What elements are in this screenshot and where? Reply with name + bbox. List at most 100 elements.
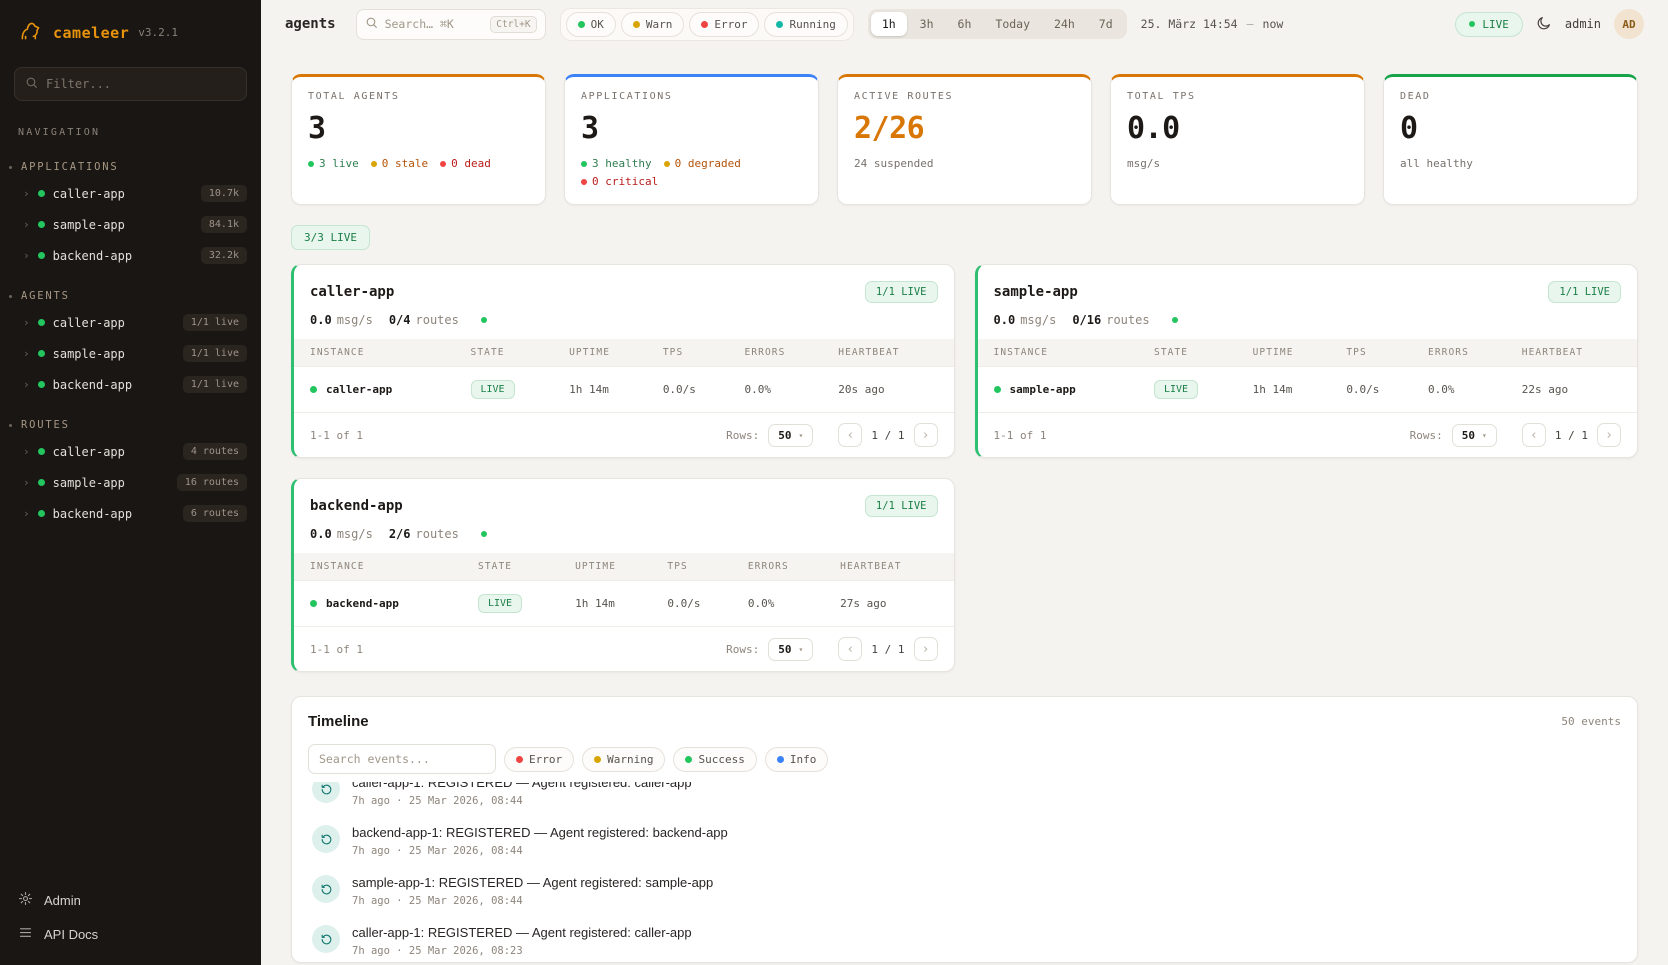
table-row[interactable]: sample-app LIVE 1h 14m 0.0/s 0.0% 22s ag… [978,367,1638,413]
sidebar-item-api-docs[interactable]: API Docs [18,925,243,943]
sidebar-item-admin[interactable]: Admin [18,891,243,909]
chip-label: Error [714,18,747,31]
sidebar-item-applications-caller-app[interactable]: › caller-app 10.7k [0,178,261,209]
prev-page-button[interactable]: ‹ [838,637,862,661]
sidebar-footer: Admin API Docs [0,877,261,965]
item-count-badge: 1/1 live [183,314,247,331]
stat-card-total-tps: TOTAL TPS 0.0 msg/s [1110,74,1365,205]
time-range-7d[interactable]: 7d [1088,12,1124,36]
timeline-search-input[interactable] [308,744,496,774]
status-dot-icon [38,381,45,388]
event-time: 7h ago · 25 Mar 2026, 08:44 [352,895,713,907]
app-stats: 0.0 msg/s 0/4 routes [294,313,954,339]
sidebar: cameleer v3.2.1 NAVIGATION APPLICATIONS … [0,0,261,965]
sidebar-item-label: Admin [44,893,81,908]
time-range-6h[interactable]: 6h [947,12,983,36]
errors-cell: 0.0% [738,581,830,627]
app-card-header: caller-app 1/1 LIVE [294,265,954,313]
timeline-filter-success[interactable]: Success [673,747,756,772]
timeline-event[interactable]: caller-app-1: REGISTERED — Agent registe… [308,916,1621,962]
filter-chip-running[interactable]: Running [764,12,847,37]
filter-chip-warn[interactable]: Warn [621,12,685,37]
nav-section-header-agents[interactable]: AGENTS [0,285,261,307]
nav-section-header-routes[interactable]: ROUTES [0,414,261,436]
instance-name: sample-app [1010,383,1076,396]
timeline-filter-info[interactable]: Info [765,747,829,772]
time-range-today[interactable]: Today [984,12,1041,36]
rows-label: Rows: [726,643,759,656]
sidebar-filter[interactable] [14,67,247,101]
filter-chip-error[interactable]: Error [689,12,759,37]
rows-per-page: Rows: 50▾ ‹ 1 / 1 › [726,637,937,661]
nav-section-header-applications[interactable]: APPLICATIONS [0,156,261,178]
range-separator: — [1247,17,1254,31]
app-version: v3.2.1 [138,26,178,39]
nav-section-label: AGENTS [21,290,70,302]
sidebar-item-routes-sample-app[interactable]: › sample-app 16 routes [0,467,261,498]
state-badge: LIVE [478,594,522,613]
global-search-input[interactable] [385,17,484,31]
ok-dot-icon [578,21,585,28]
col-state: STATE [468,553,565,581]
prev-page-button[interactable]: ‹ [1522,423,1546,447]
app-tps-unit: msg/s [337,313,373,327]
instance-name: caller-app [326,383,392,396]
event-body: backend-app-1: REGISTERED — Agent regist… [352,825,728,857]
col-instance: INSTANCE [294,339,461,367]
timeline-event[interactable]: backend-app-1: REGISTERED — Agent regist… [308,816,1621,866]
next-page-button[interactable]: › [1597,423,1621,447]
time-range-3h[interactable]: 3h [909,12,945,36]
avatar[interactable]: AD [1614,9,1644,39]
timeline-events-list[interactable]: caller-app-1: REGISTERED — Agent registe… [308,782,1621,962]
topbar-right: LIVE admin AD [1455,9,1644,39]
stat-label: TOTAL TPS [1127,91,1348,102]
rows-select[interactable]: 50▾ [1452,424,1497,447]
timeline-event[interactable]: sample-app-1: REGISTERED — Agent registe… [308,866,1621,916]
sidebar-item-agents-sample-app[interactable]: › sample-app 1/1 live [0,338,261,369]
stat-sub-critical: 0 critical [581,175,658,188]
stat-card-applications: APPLICATIONS 3 3 healthy 0 degraded 0 cr… [564,74,819,205]
table-row[interactable]: backend-app LIVE 1h 14m 0.0/s 0.0% 27s a… [294,581,954,627]
status-dot-icon [310,386,317,393]
dark-mode-toggle[interactable] [1536,15,1552,34]
chevron-down-icon: ▾ [799,645,804,654]
sidebar-item-routes-backend-app[interactable]: › backend-app 6 routes [0,498,261,529]
timeline-event[interactable]: caller-app-1: REGISTERED — Agent registe… [308,782,1621,816]
item-count-badge: 6 routes [183,505,247,522]
sidebar-item-applications-sample-app[interactable]: › sample-app 84.1k [0,209,261,240]
tps-cell: 0.0/s [653,367,735,413]
time-range-1h[interactable]: 1h [871,12,907,36]
status-dot-icon [310,600,317,607]
prev-page-button[interactable]: ‹ [838,423,862,447]
chip-label: Warning [607,753,653,766]
table-row[interactable]: caller-app LIVE 1h 14m 0.0/s 0.0% 20s ag… [294,367,954,413]
sidebar-item-agents-backend-app[interactable]: › backend-app 1/1 live [0,369,261,400]
sidebar-item-agents-caller-app[interactable]: › caller-app 1/1 live [0,307,261,338]
sidebar-item-label: caller-app [53,445,125,459]
timeline-filter-warning[interactable]: Warning [582,747,665,772]
item-count-badge: 1/1 live [183,345,247,362]
next-page-button[interactable]: › [914,423,938,447]
rows-select[interactable]: 50▾ [768,638,813,661]
filter-chip-ok[interactable]: OK [566,12,616,37]
timeline-card: Timeline 50 events Error Warning Success [291,696,1638,963]
chevron-right-icon: › [23,379,30,390]
content-area: TOTAL AGENTS 3 3 live 0 stale 0 dead APP… [261,48,1668,965]
stats-grid: TOTAL AGENTS 3 3 live 0 stale 0 dead APP… [291,74,1638,205]
table-footer: 1-1 of 1 Rows: 50▾ ‹ 1 / 1 › [294,626,954,671]
rows-select[interactable]: 50▾ [768,424,813,447]
time-range-24h[interactable]: 24h [1043,12,1086,36]
success-dot-icon [685,756,692,763]
global-search[interactable]: Ctrl+K [356,9,546,40]
next-page-button[interactable]: › [914,637,938,661]
timeline-filter-error[interactable]: Error [504,747,574,772]
sidebar-item-applications-backend-app[interactable]: › backend-app 32.2k [0,240,261,271]
event-body: caller-app-1: REGISTERED — Agent registe… [352,925,692,957]
sidebar-item-label: backend-app [53,507,132,521]
sidebar-item-routes-caller-app[interactable]: › caller-app 4 routes [0,436,261,467]
col-tps: TPS [653,339,735,367]
chevron-right-icon: › [23,250,30,261]
item-count-badge: 16 routes [177,474,247,491]
chip-label: Info [790,753,817,766]
sidebar-filter-input[interactable] [46,77,236,91]
